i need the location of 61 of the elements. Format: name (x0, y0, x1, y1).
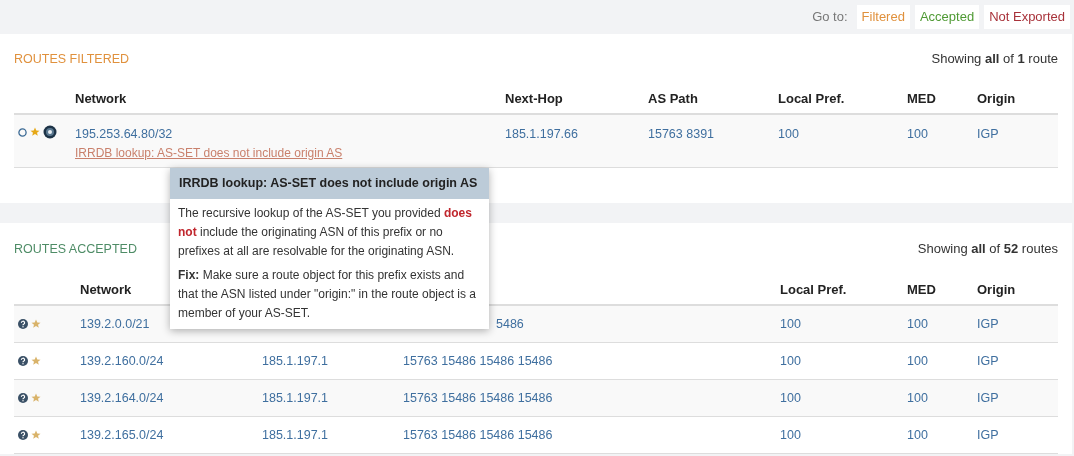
route-value-link[interactable]: 100 (907, 388, 928, 408)
star-icon (31, 393, 41, 403)
network-link[interactable]: 139.2.160.0/24 (80, 351, 164, 371)
route-value-link[interactable]: 15763 8391 (648, 125, 715, 144)
help-icon (18, 319, 28, 329)
disc-icon (43, 125, 57, 139)
column-header: AS Path (648, 89, 698, 108)
route-value-link[interactable]: 15763 15486 15486 15486 (403, 425, 553, 445)
route-value-link[interactable]: 15763 15486 15486 15486 (403, 388, 553, 408)
route-value-link[interactable]: IGP (977, 425, 999, 445)
help-icon (18, 393, 28, 403)
star-icon (30, 127, 40, 137)
network-link[interactable]: 139.2.165.0/24 (80, 425, 164, 445)
circle-icon (18, 127, 27, 137)
route-value-link[interactable]: 185.1.197.1 (262, 351, 329, 371)
route-value-link[interactable]: IGP (977, 351, 999, 371)
route-value-link[interactable]: 100 (907, 351, 928, 371)
route-value-link[interactable]: IGP (977, 125, 999, 144)
column-header: Network (80, 280, 132, 299)
tooltip-text: The recursive lookup of the AS-SET you provided does not include the originating ASN of this prefix or no prefixes at all are resolvable for the originating ASN. (178, 204, 473, 260)
route-value-link[interactable]: 100 (780, 314, 801, 334)
route-value-link[interactable]: IGP (977, 388, 999, 408)
route-value-link[interactable]: 185.1.197.1 (262, 388, 329, 408)
route-value-link[interactable]: 185.1.197.66 (505, 125, 578, 144)
section-title: ROUTES FILTERED (14, 50, 130, 68)
route-value-link[interactable]: 100 (907, 125, 928, 144)
help-icon (18, 356, 28, 366)
star-icon (31, 430, 41, 440)
tooltip-title: IRRDB lookup: AS-SET does not include origin AS (170, 168, 489, 199)
column-header: MED (907, 89, 936, 108)
section-title: ROUTES ACCEPTED (14, 240, 137, 258)
column-header: Network (75, 89, 127, 108)
goto-label: Go to: (812, 8, 848, 27)
route-value-link[interactable]: 100 (780, 351, 801, 371)
route-value-link[interactable]: 5486 (496, 314, 524, 334)
tooltip-fix-text: Fix: Make sure a route object for this prefix exists and that the ASN listed under "origin:" in the route object is a member of your AS-SET. (178, 266, 478, 322)
route-value-link[interactable]: 185.1.197.1 (262, 425, 329, 445)
route-value-link[interactable]: 100 (907, 314, 928, 334)
filter-reason-link[interactable]: IRRDB lookup: AS-SET does not include origin AS (75, 143, 343, 162)
column-header: Local Pref. (780, 280, 847, 299)
route-value-link[interactable]: 100 (780, 388, 801, 408)
column-header: Origin (977, 280, 1016, 299)
network-link[interactable]: 195.253.64.80/32 (75, 125, 173, 144)
column-header: Next-Hop (505, 89, 563, 108)
route-value-link[interactable]: 100 (780, 425, 801, 445)
goto-link[interactable]: Accepted (914, 5, 980, 29)
column-header: Local Pref. (778, 89, 845, 108)
route-count: Showing all of 1 route (931, 50, 1058, 69)
star-icon (31, 319, 41, 329)
route-value-link[interactable]: 15763 15486 15486 15486 (403, 351, 553, 371)
route-value-link[interactable]: 100 (907, 425, 928, 445)
route-value-link[interactable]: IGP (977, 314, 999, 334)
network-link[interactable]: 139.2.164.0/24 (80, 388, 164, 408)
column-header: Origin (977, 89, 1016, 108)
goto-link[interactable]: Not Exported (984, 5, 1070, 29)
route-value-link[interactable]: 100 (778, 125, 799, 144)
star-icon (31, 356, 41, 366)
route-count: Showing all of 52 routes (917, 240, 1058, 259)
column-header: MED (907, 280, 936, 299)
help-icon (18, 430, 28, 440)
network-link[interactable]: 139.2.0.0/21 (80, 314, 150, 334)
